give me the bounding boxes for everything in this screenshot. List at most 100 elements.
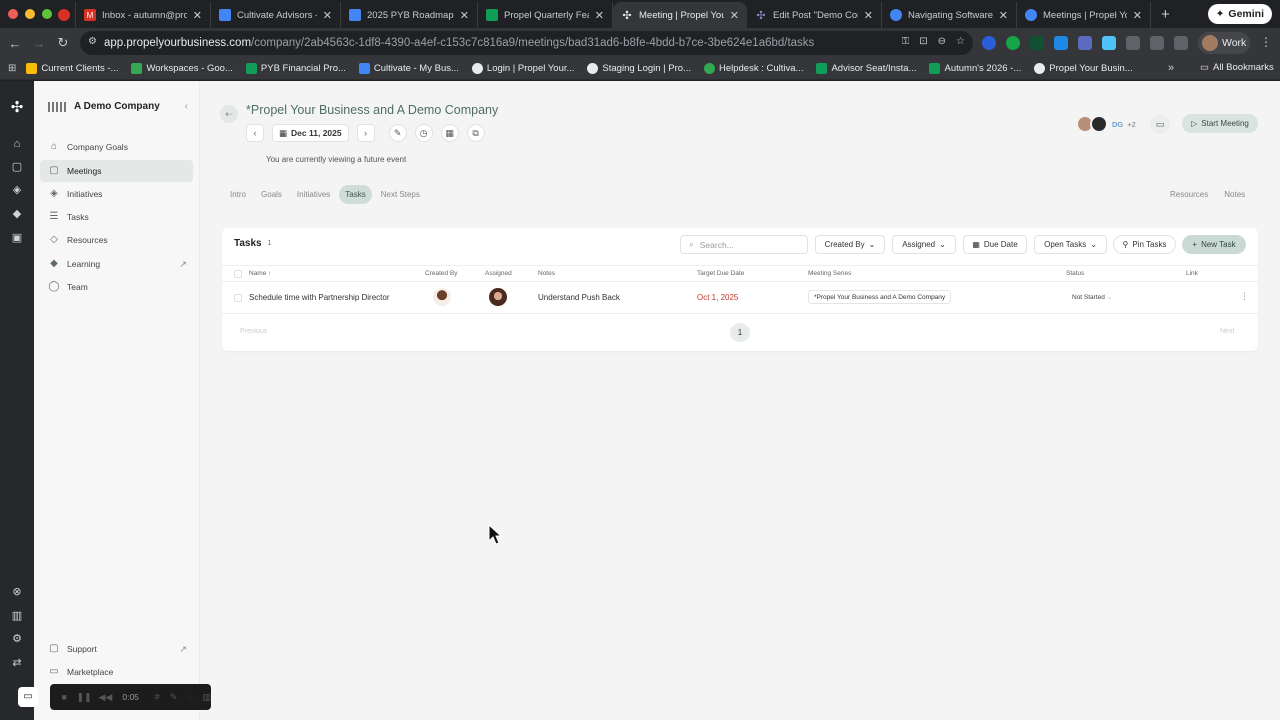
minimize-window-button[interactable]: [25, 9, 35, 19]
open-tasks-filter[interactable]: Open Tasks ⌄: [1034, 235, 1107, 254]
browser-tab[interactable]: 2025 PYB Roadmap Pl ✕: [341, 2, 478, 28]
created-by-filter[interactable]: Created By ⌄: [815, 235, 885, 254]
page-number-button[interactable]: 1: [730, 323, 750, 342]
puzzle-icon[interactable]: [1126, 36, 1140, 50]
row-menu-icon[interactable]: ⋮: [1240, 291, 1249, 302]
attendee-avatars[interactable]: DG +2: [1076, 115, 1136, 133]
sidebar-item-resources[interactable]: ◇ Resources: [40, 229, 193, 251]
bookmark-item[interactable]: Cultivate - My Bus...: [358, 63, 459, 74]
column-header-name[interactable]: Name ↑: [249, 270, 271, 277]
close-tab-icon[interactable]: ✕: [595, 9, 604, 22]
gemini-button[interactable]: ✦ Gemini: [1207, 4, 1272, 24]
profile-button[interactable]: Work: [1198, 32, 1250, 54]
bookmark-item[interactable]: Advisor Seat/Insta...: [816, 63, 916, 74]
address-bar[interactable]: ⚙ app.propelyourbusiness.com/company/2ab…: [80, 31, 973, 55]
close-tab-icon[interactable]: ✕: [1133, 9, 1142, 22]
tab-notes[interactable]: Notes: [1218, 185, 1251, 204]
sidebar-item-initiatives[interactable]: ◈ Initiatives: [40, 183, 193, 205]
next-page-button[interactable]: Next: [1220, 328, 1234, 335]
vimeo-extension-icon[interactable]: [1102, 36, 1116, 50]
all-bookmarks-button[interactable]: ▭ All Bookmarks: [1200, 62, 1274, 73]
building-icon[interactable]: ▥: [10, 609, 24, 623]
browser-tab[interactable]: Propel Quarterly Featu ✕: [478, 2, 613, 28]
sidebar-item-support[interactable]: ▢ Support ↗: [40, 638, 193, 660]
status-dropdown[interactable]: Not Started ⌄: [1072, 293, 1112, 301]
tab-next-steps[interactable]: Next Steps: [375, 185, 426, 204]
bookmark-item[interactable]: PYB Financial Pro...: [245, 63, 346, 74]
sidebar-item-marketplace[interactable]: ▭ Marketplace: [40, 661, 193, 683]
browser-tab-active[interactable]: ✣ Meeting | Propel Your I ✕: [613, 2, 747, 28]
forward-arrow-icon[interactable]: →: [27, 36, 51, 51]
split-view-icon[interactable]: [1174, 36, 1188, 50]
bookmark-item[interactable]: Propel Your Busin...: [1034, 63, 1133, 74]
camera-icon[interactable]: ▭: [18, 687, 38, 707]
close-tab-icon[interactable]: ✕: [193, 9, 202, 22]
calendar-sync-icon[interactable]: ▦: [440, 124, 459, 142]
bookmark-item[interactable]: Autumn's 2026 -...: [929, 63, 1021, 74]
clock-icon[interactable]: ◷: [414, 124, 433, 142]
browser-tab[interactable]: M Inbox - autumn@prope ✕: [76, 2, 211, 28]
previous-date-button[interactable]: ‹: [246, 124, 264, 142]
grid-icon[interactable]: #: [153, 692, 162, 702]
password-key-icon[interactable]: ⚿: [902, 36, 910, 47]
bookmark-item[interactable]: Staging Login | Pro...: [587, 63, 691, 74]
sidebar-item-team[interactable]: ◯ Team: [40, 276, 193, 298]
rewind-icon[interactable]: ◀◀: [99, 692, 113, 703]
chart-icon[interactable]: ▣: [10, 231, 24, 245]
video-icon[interactable]: ▭: [1150, 114, 1170, 134]
browser-tab[interactable]: Cultivate Advisors - Ca ✕: [211, 2, 341, 28]
close-tab-icon[interactable]: ✕: [323, 9, 332, 22]
search-input[interactable]: ⌕ Search...: [680, 235, 808, 254]
new-task-button[interactable]: + New Task: [1182, 235, 1246, 254]
sidebar-item-meetings[interactable]: ▢ Meetings: [40, 160, 193, 182]
pin-tasks-button[interactable]: ⚲ Pin Tasks: [1113, 235, 1176, 254]
clipboard-extension-icon[interactable]: [1078, 36, 1092, 50]
site-info-icon[interactable]: ⚙: [88, 36, 100, 48]
back-arrow-icon[interactable]: ←: [3, 36, 27, 51]
apps-grid-icon[interactable]: ⊞: [8, 63, 16, 74]
browser-menu-icon[interactable]: ⋮: [1260, 35, 1272, 49]
tab-resources[interactable]: Resources: [1164, 185, 1214, 204]
pen-icon[interactable]: ✎: [169, 692, 178, 703]
settings-extension-icon[interactable]: [1054, 36, 1068, 50]
grammarly-extension-icon[interactable]: [1006, 36, 1020, 50]
zoom-extension-icon[interactable]: [982, 36, 996, 50]
previous-page-button[interactable]: Previous: [240, 328, 267, 335]
more-bookmarks-icon[interactable]: »: [1168, 62, 1174, 74]
pause-icon[interactable]: ❚❚: [77, 692, 92, 703]
tab-intro[interactable]: Intro: [224, 185, 252, 204]
back-button[interactable]: ⇠: [220, 105, 238, 123]
bookmark-item[interactable]: Current Clients -...: [26, 63, 118, 74]
due-date-filter[interactable]: ▦ Due Date: [963, 235, 1027, 254]
browser-tab[interactable]: Meetings | Propel Your ✕: [1017, 2, 1151, 28]
maximize-window-button[interactable]: [42, 9, 52, 19]
bookmark-item[interactable]: Helpdesk : Cultiva...: [703, 63, 803, 74]
sidebar-item-company-goals[interactable]: ⌂ Company Goals: [40, 136, 193, 158]
reload-icon[interactable]: ↻: [51, 35, 75, 51]
collapse-sidebar-icon[interactable]: ‹: [185, 101, 188, 112]
trash-icon[interactable]: ▥: [202, 692, 211, 703]
close-tab-icon[interactable]: ✕: [864, 9, 873, 22]
start-meeting-button[interactable]: ▷ Start Meeting: [1182, 114, 1258, 133]
switch-icon[interactable]: ⇄: [10, 656, 24, 670]
new-tab-button[interactable]: +: [1151, 6, 1180, 23]
graduation-cap-icon[interactable]: ◆: [10, 207, 24, 221]
assigned-filter[interactable]: Assigned ⌄: [892, 235, 956, 254]
pinned-tab[interactable]: [52, 2, 76, 28]
propel-logo-icon[interactable]: ✣: [8, 99, 26, 117]
close-tab-icon[interactable]: ✕: [999, 9, 1008, 22]
bookmark-item[interactable]: Workspaces - Goo...: [131, 63, 233, 74]
restart-icon[interactable]: ◌: [186, 692, 195, 702]
date-picker[interactable]: ▦ Dec 11, 2025: [272, 124, 349, 142]
close-tab-icon[interactable]: ✕: [730, 9, 739, 22]
sidebar-item-learning[interactable]: ◆ Learning ↗: [40, 253, 193, 275]
next-date-button[interactable]: ›: [356, 124, 375, 142]
copy-icon[interactable]: ⧉: [466, 124, 485, 142]
task-name[interactable]: Schedule time with Partnership Director: [249, 293, 390, 302]
browser-tab[interactable]: ✣ Edit Post "Demo Comp ✕: [747, 2, 882, 28]
bookmark-item[interactable]: Login | Propel Your...: [471, 63, 574, 74]
tab-goals[interactable]: Goals: [255, 185, 288, 204]
home-icon[interactable]: ⌂: [10, 137, 24, 151]
edit-icon[interactable]: ✎: [388, 124, 407, 142]
tab-search-icon[interactable]: [1150, 36, 1164, 50]
